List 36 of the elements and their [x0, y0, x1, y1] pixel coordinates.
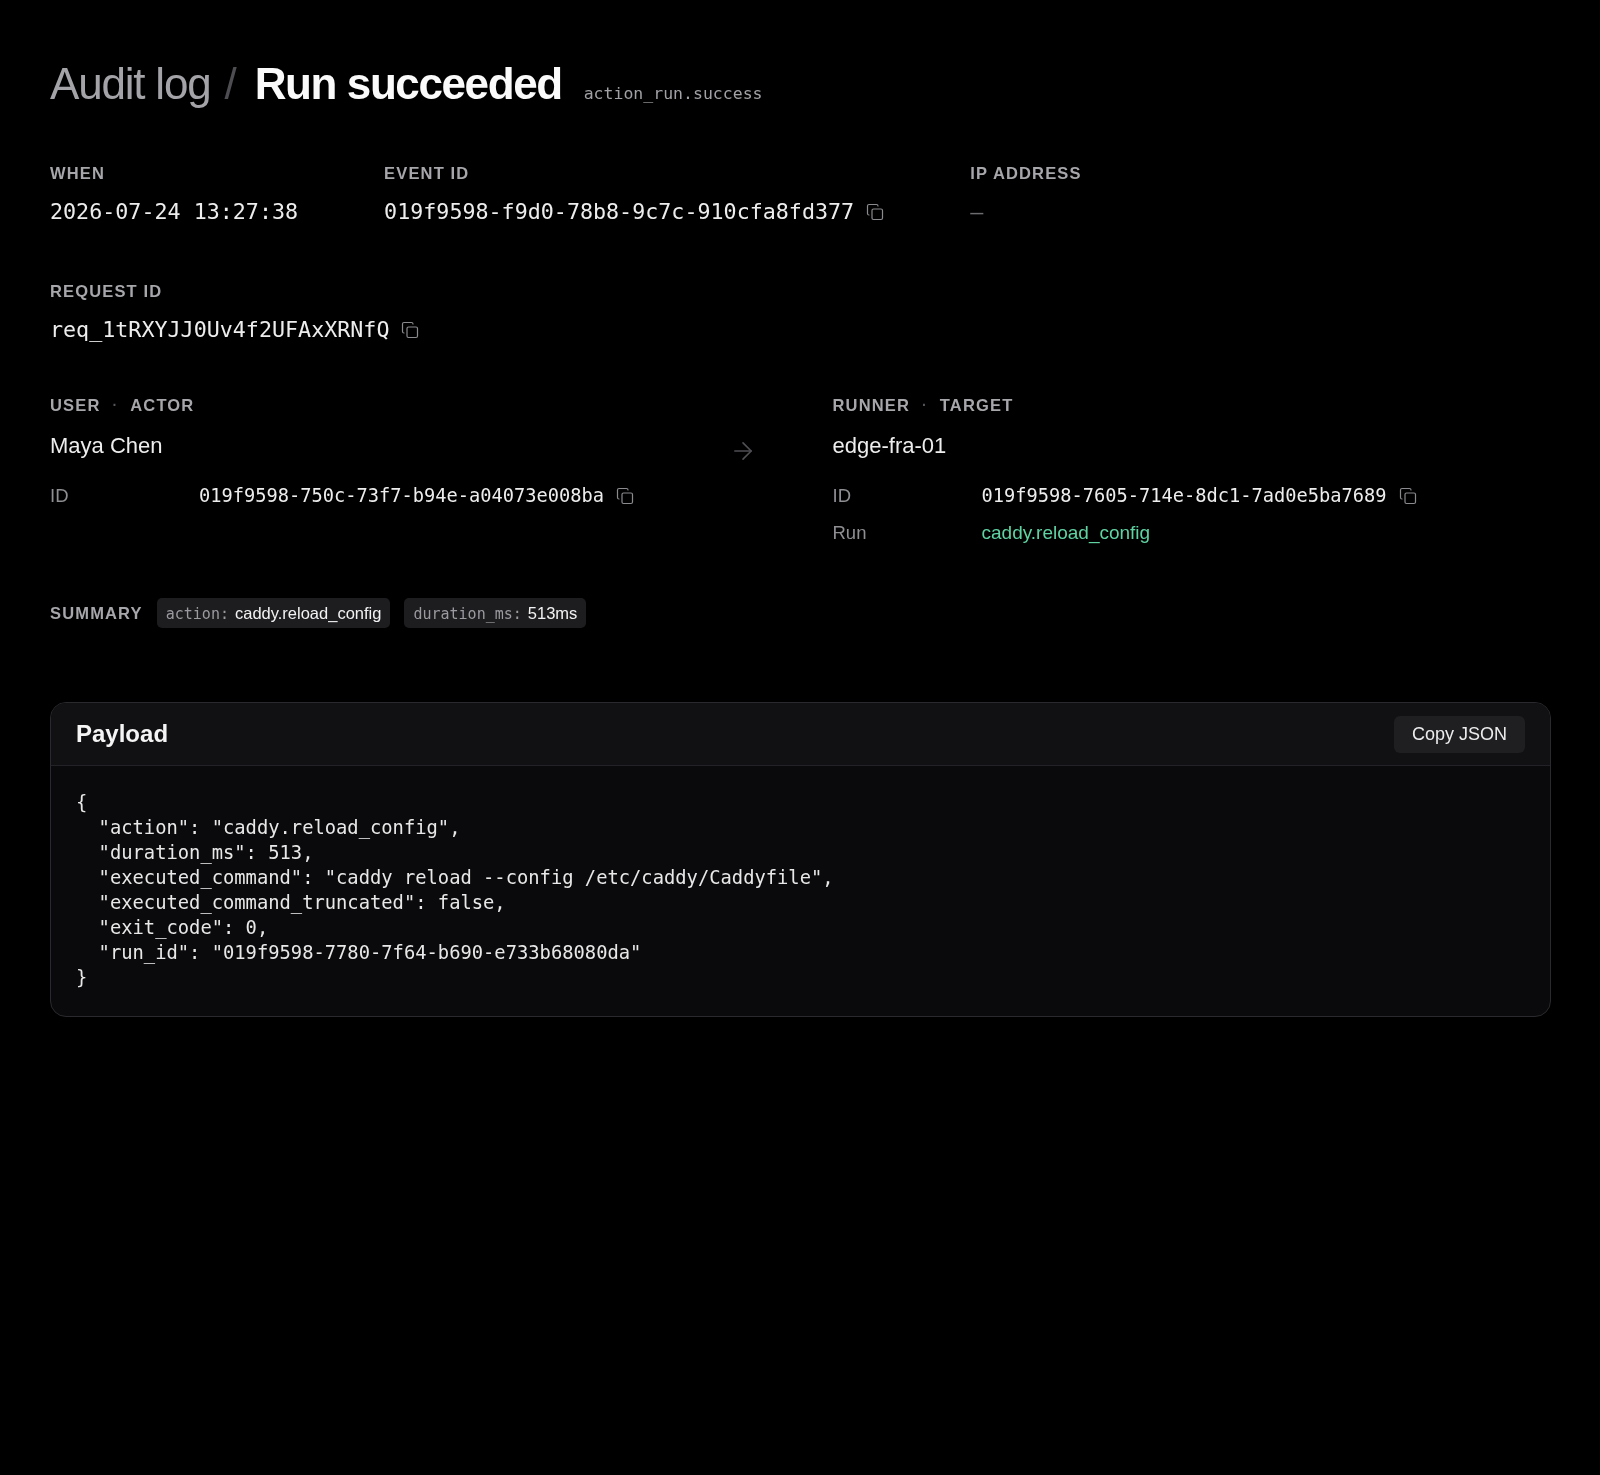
- event-type: action_run.success: [583, 83, 763, 105]
- relation-label: ACTOR: [130, 395, 195, 415]
- copy-icon[interactable]: [1398, 487, 1417, 505]
- role-label: RUNNER: [832, 395, 910, 415]
- payload-json-text: { "action": "caddy.reload_config", "duration_ms": 513, "executed_command": "caddy reload --config /etc/caddy/Caddyfile", "executed_command_truncated": false, "exit_code": 0, "run_id": "019f9598-7780-7f64-b690-e733b68080da" }: [76, 791, 834, 990]
- breadcrumb-separator: /: [224, 59, 237, 109]
- copy-icon[interactable]: [616, 487, 635, 505]
- page-title: Run succeeded: [254, 59, 562, 109]
- id-value: 019f9598-750c-73f7-b94e-a04073e008ba: [199, 484, 605, 508]
- detail-label: Run: [832, 521, 867, 545]
- field-value: 019f9598-f9d0-78b8-9c7c-910cfa8fd377: [384, 198, 855, 226]
- field-value: 2026-07-24 13:27:38: [50, 198, 299, 226]
- empty-value-dash: —: [970, 198, 984, 226]
- label-separator: ·: [112, 396, 119, 415]
- summary-tag: duration_ms: 513ms: [404, 598, 587, 628]
- party-name: Maya Chen: [50, 432, 163, 460]
- run-link[interactable]: caddy.reload_config: [981, 520, 1151, 546]
- label-separator: ·: [922, 396, 928, 415]
- detail-label: ID: [50, 484, 69, 508]
- relation-label: TARGET: [939, 395, 1014, 415]
- field-label: WHEN: [50, 163, 106, 183]
- field-label: IP ADDRESS: [970, 163, 1082, 183]
- summary-label: SUMMARY: [50, 603, 143, 623]
- party-name: edge-fra-01: [832, 432, 947, 460]
- copy-json-button[interactable]: Copy JSON: [1393, 715, 1525, 753]
- copy-icon[interactable]: [866, 203, 885, 221]
- copy-icon[interactable]: [401, 321, 420, 339]
- role-label: USER: [50, 395, 101, 415]
- payload-title: Payload: [76, 720, 169, 748]
- field-label: EVENT ID: [384, 163, 470, 183]
- detail-label: ID: [832, 484, 851, 508]
- breadcrumb-link[interactable]: Audit log: [50, 59, 211, 109]
- id-value: 019f9598-7605-714e-8dc1-7ad0e5ba7689: [981, 484, 1387, 508]
- field-value: req_1tRXYJJ0Uv4f2UFAxXRNfQ: [50, 316, 390, 344]
- field-label: REQUEST ID: [50, 281, 163, 301]
- summary-tag: action: caddy.reload_config: [156, 598, 391, 628]
